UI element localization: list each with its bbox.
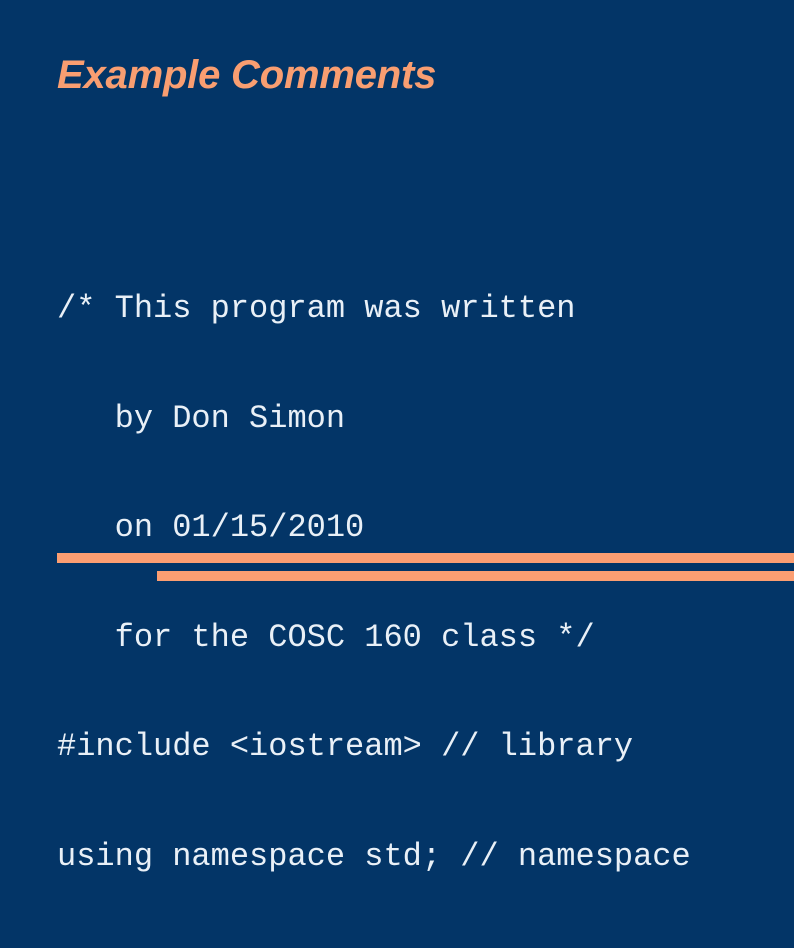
slide-canvas: Example Comments /* This program was wri… xyxy=(0,0,794,874)
upper-rule-divider xyxy=(57,553,794,563)
code-line: using namespace std; // namespace xyxy=(57,837,691,875)
code-line: by Don Simon xyxy=(57,399,346,437)
code-line: /* This program was written xyxy=(57,290,576,327)
page-title: Example Comments xyxy=(57,53,437,97)
code-line: #include <iostream> // library xyxy=(57,728,634,765)
code-body: /* This program was written by Don Simon… xyxy=(57,218,757,948)
code-line: for the COSC 160 class */ xyxy=(57,618,595,656)
code-line: on 01/15/2010 xyxy=(57,509,365,546)
lower-rule-divider xyxy=(157,571,794,581)
